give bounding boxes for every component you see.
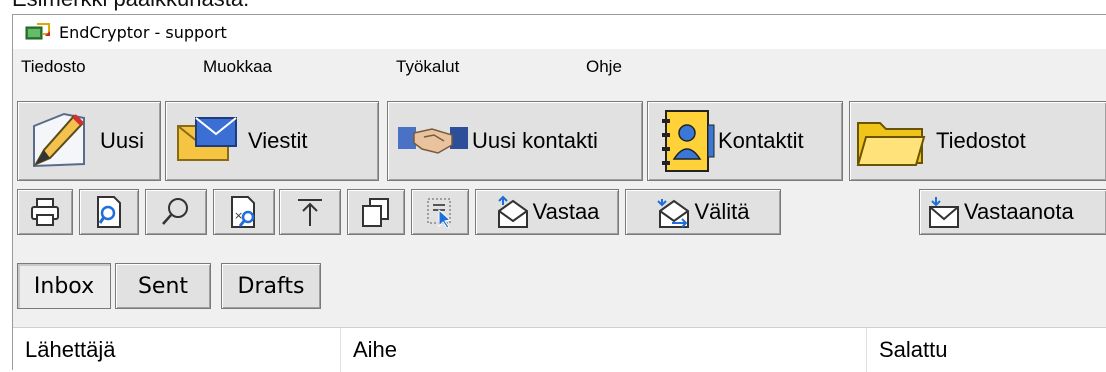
new-contact-label: Uusi kontakti — [472, 128, 598, 153]
receive-label: Vastaanota — [964, 199, 1074, 224]
secondary-toolbar: × Vastaa Välitä Vastaanota — [13, 189, 1106, 235]
receive-button[interactable]: Vastaanota — [919, 189, 1106, 235]
menu-tiedosto[interactable]: Tiedosto — [21, 57, 86, 77]
main-toolbar: Uusi Viestit Uusi kontakti Kontaktit Tie… — [13, 101, 1106, 181]
receive-icon — [929, 197, 959, 228]
move-up-icon — [298, 199, 322, 226]
svg-text:×: × — [234, 209, 243, 222]
messages-button[interactable]: Viestit — [165, 101, 379, 181]
printer-icon — [31, 198, 59, 226]
search-button[interactable] — [145, 189, 207, 235]
forward-button[interactable]: Välitä — [625, 189, 781, 235]
find-in-attachment-button[interactable]: × — [213, 189, 275, 235]
window-title: EndCryptor - support — [59, 22, 227, 42]
reply-icon — [497, 195, 528, 228]
title-bar: EndCryptor - support — [13, 15, 1106, 49]
contacts-button[interactable]: Kontaktit — [647, 101, 843, 181]
files-button[interactable]: Tiedostot — [849, 101, 1106, 181]
menu-tyokalut[interactable]: Työkalut — [396, 57, 459, 77]
menu-bar: Tiedosto Muokkaa Työkalut Ohje — [13, 49, 1106, 89]
contacts-label: Kontaktit — [718, 128, 804, 153]
message-table: Lähettäjä Aihe Salattu — [13, 327, 1106, 372]
app-logo-icon — [25, 23, 50, 40]
print-preview-button[interactable] — [79, 189, 139, 235]
folder-icon — [856, 122, 926, 166]
select-icon — [427, 198, 452, 228]
select-button[interactable] — [411, 189, 469, 235]
menu-muokkaa[interactable]: Muokkaa — [203, 57, 272, 77]
column-header-subject[interactable]: Aihe — [341, 328, 867, 372]
column-header-sender[interactable]: Lähettäjä — [13, 328, 341, 372]
address-book-icon — [662, 110, 715, 172]
forward-icon — [657, 199, 690, 228]
move-up-button[interactable] — [279, 189, 341, 235]
forward-label: Välitä — [694, 199, 750, 224]
main-window: EndCryptor - support Tiedosto Muokkaa Ty… — [12, 14, 1106, 372]
print-preview-icon — [97, 196, 121, 228]
find-in-attachment-icon: × — [231, 196, 255, 228]
print-button[interactable] — [17, 189, 73, 235]
copy-icon — [362, 198, 389, 227]
tab-drafts[interactable]: Drafts — [221, 263, 321, 309]
envelope-icon — [177, 117, 237, 161]
new-contact-button[interactable]: Uusi kontakti — [387, 101, 643, 181]
reply-button[interactable]: Vastaa — [475, 189, 619, 235]
column-header-encrypted[interactable]: Salattu — [867, 328, 1106, 372]
new-message-button[interactable]: Uusi — [17, 101, 161, 181]
files-label: Tiedostot — [936, 128, 1026, 153]
pencil-icon — [33, 112, 85, 168]
page-caption: Esimerkki pääikkunasta: — [12, 0, 249, 12]
tab-sent[interactable]: Sent — [115, 263, 211, 309]
tab-inbox[interactable]: Inbox — [17, 263, 111, 309]
handshake-icon — [398, 127, 468, 154]
new-message-label: Uusi — [100, 128, 145, 153]
search-icon — [162, 198, 188, 225]
folder-tabs: Inbox Sent Drafts — [13, 263, 1106, 309]
copy-button[interactable] — [347, 189, 405, 235]
menu-ohje[interactable]: Ohje — [586, 57, 622, 77]
messages-label: Viestit — [248, 128, 308, 153]
reply-label: Vastaa — [532, 199, 600, 224]
